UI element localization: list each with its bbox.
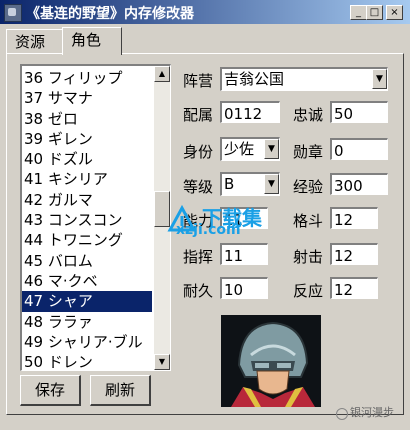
list-item[interactable]: 36 フィリップ — [22, 68, 152, 88]
grade-label: 等级 — [183, 178, 214, 196]
affiliation-field[interactable]: 0112 — [220, 101, 280, 123]
chevron-down-icon[interactable]: ▼ — [372, 69, 387, 89]
tab-characters[interactable]: 角色 — [62, 27, 122, 55]
grade-select[interactable]: B ▼ — [220, 172, 280, 196]
chevron-down-icon[interactable]: ▼ — [264, 174, 279, 194]
maximize-button[interactable]: □ — [366, 5, 383, 20]
list-item[interactable]: 43 コンスコン — [22, 210, 152, 230]
rank-select[interactable]: 少佐 ▼ — [220, 137, 280, 161]
tab-resources[interactable]: 资源 — [6, 29, 64, 54]
close-button[interactable]: × — [386, 5, 403, 20]
app-icon — [4, 4, 22, 22]
chevron-down-icon[interactable]: ▼ — [264, 139, 279, 159]
shooting-field[interactable]: 12 — [330, 243, 378, 265]
refresh-button[interactable]: 刷新 — [90, 375, 151, 406]
faction-value: 吉翁公国 — [224, 70, 285, 88]
shooting-label: 射击 — [293, 248, 324, 266]
window-title: 《基连的野望》内存修改器 — [26, 6, 194, 22]
experience-label: 经验 — [293, 178, 324, 196]
loyalty-label: 忠诚 — [293, 106, 324, 124]
scroll-up-icon[interactable]: ▲ — [154, 66, 170, 82]
medal-field[interactable]: 0 — [330, 138, 388, 160]
endurance-field[interactable]: 10 — [220, 277, 268, 299]
list-item[interactable]: 38 ゼロ — [22, 109, 152, 129]
reaction-label: 反应 — [293, 282, 324, 300]
scroll-down-icon[interactable]: ▼ — [154, 354, 170, 370]
watermark-site-url: xzji.com — [176, 222, 241, 238]
grade-value: B — [224, 175, 235, 193]
minimize-button[interactable]: _ — [350, 5, 367, 20]
list-item[interactable]: 48 ララァ — [22, 312, 152, 332]
endurance-label: 耐久 — [183, 282, 214, 300]
character-portrait — [221, 315, 321, 407]
melee-label: 格斗 — [293, 212, 324, 230]
watermark-corner-text: 银河漫步 — [350, 406, 394, 419]
character-list[interactable]: 36 フィリップ 37 サマナ 38 ゼロ 39 ギレン 40 ドズル 41 キ… — [20, 64, 171, 371]
list-item[interactable]: 41 キシリア — [22, 169, 152, 189]
reaction-field[interactable]: 12 — [330, 277, 378, 299]
list-item[interactable]: 49 シャリア·ブル — [22, 332, 152, 352]
list-item[interactable]: 50 ドレン — [22, 352, 152, 370]
list-item-selected[interactable]: 47 シャア — [22, 291, 152, 312]
command-field[interactable]: 11 — [220, 243, 268, 265]
list-item[interactable]: 40 ドズル — [22, 149, 152, 169]
watermark-corner-icon — [336, 408, 348, 420]
rank-label: 身份 — [183, 143, 214, 161]
rank-value: 少佐 — [224, 140, 255, 158]
faction-select[interactable]: 吉翁公国 ▼ — [220, 67, 388, 91]
save-button[interactable]: 保存 — [20, 375, 81, 406]
list-item[interactable]: 45 バロム — [22, 251, 152, 271]
list-item[interactable]: 37 サマナ — [22, 88, 152, 108]
list-item[interactable]: 39 ギレン — [22, 129, 152, 149]
melee-field[interactable]: 12 — [330, 207, 378, 229]
loyalty-field[interactable]: 50 — [330, 101, 388, 123]
medal-label: 勋章 — [293, 143, 324, 161]
list-item[interactable]: 46 マ·クベ — [22, 271, 152, 291]
affiliation-label: 配属 — [183, 106, 214, 124]
experience-field[interactable]: 300 — [330, 173, 388, 195]
faction-label: 阵营 — [183, 72, 214, 90]
list-item[interactable]: 42 ガルマ — [22, 190, 152, 210]
title-bar: 《基连的野望》内存修改器 _ □ × — [0, 0, 410, 24]
command-label: 指挥 — [183, 248, 214, 266]
list-item[interactable]: 44 トワニング — [22, 230, 152, 250]
